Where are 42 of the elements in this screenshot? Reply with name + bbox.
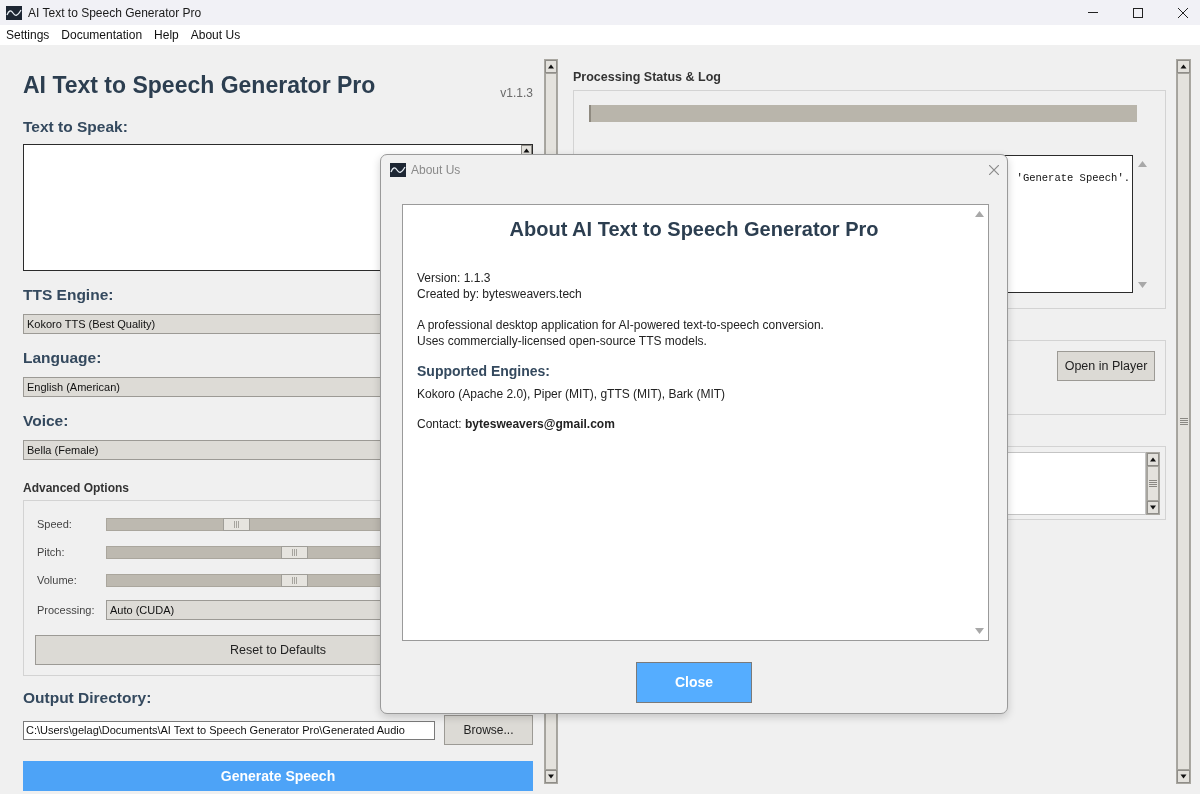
slider-thumb[interactable] <box>280 574 308 587</box>
section-title: Advanced Options <box>23 481 129 495</box>
engines-heading: Supported Engines: <box>417 363 550 380</box>
version-label: v1.1.3 <box>500 86 533 100</box>
window-title: AI Text to Speech Generator Pro <box>28 4 202 22</box>
slider-thumb[interactable] <box>280 546 308 559</box>
scrollbar[interactable] <box>1146 452 1160 515</box>
dialog-title: About Us <box>411 162 461 179</box>
info-text: Version: 1.1.3 <box>417 270 491 286</box>
maximize-icon[interactable] <box>1133 7 1143 18</box>
field-label: Language: <box>23 349 102 367</box>
info-text: Created by: bytesweavers.tech <box>417 286 582 302</box>
slider-label: Pitch: <box>36 546 66 559</box>
slider-label: Speed: <box>36 518 73 531</box>
grip-icon <box>1179 418 1188 425</box>
menu-item[interactable]: Help <box>148 25 185 45</box>
menu-item[interactable]: Settings <box>0 25 56 45</box>
field-label: Text to Speak: <box>23 118 128 136</box>
section-title: Processing Status & Log <box>573 70 721 85</box>
description-text: Uses commercially-licensed open-source TTS models. <box>417 333 707 349</box>
log-line: 'Generate Speech'. <box>1016 171 1130 185</box>
app-title: AI Text to Speech Generator Pro <box>23 72 376 99</box>
field-label: TTS Engine: <box>23 286 114 304</box>
field-label: Processing: <box>36 603 96 617</box>
field-label: Output Directory: <box>23 689 152 707</box>
scrollbar[interactable] <box>1176 59 1191 784</box>
scrollbar-thumb[interactable] <box>1147 466 1159 501</box>
scrollbar-thumb[interactable] <box>1177 73 1190 770</box>
browse-button[interactable]: Browse... <box>444 715 533 745</box>
path-field[interactable]: C:\Users\gelag\Documents\AI Text to Speech Generator Pro\Generated Audio <box>23 720 435 740</box>
slider-label: Volume: <box>36 574 78 587</box>
field-label: Voice: <box>23 412 69 430</box>
menu-item[interactable]: About Us <box>184 25 247 45</box>
menu-item[interactable]: Documentation <box>55 25 149 45</box>
slider-thumb[interactable] <box>222 518 250 531</box>
open-player-button[interactable]: Open in Player <box>1057 351 1155 381</box>
logo-icon <box>6 5 22 20</box>
grip-icon <box>1149 480 1157 487</box>
dialog-heading: About AI Text to Speech Generator Pro <box>509 217 879 241</box>
close-icon[interactable] <box>1178 7 1188 18</box>
contact-text: Contact: bytesweavers@gmail.com <box>417 416 615 432</box>
logo-icon <box>390 163 406 177</box>
